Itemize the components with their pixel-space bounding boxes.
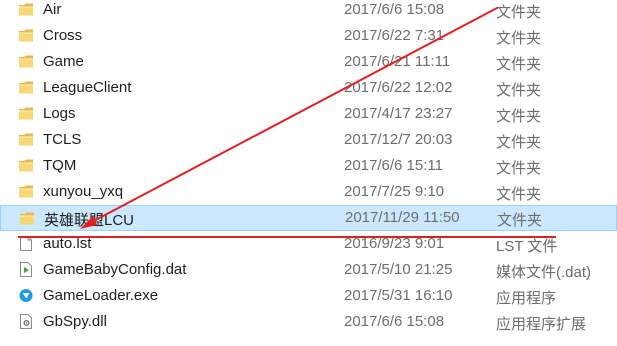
media-file-icon xyxy=(18,262,34,277)
file-row[interactable]: Cross 2017/6/22 7:31 文件夹 xyxy=(0,23,617,49)
file-date-modified: 2017/6/21 11:11 xyxy=(344,53,451,70)
file-date-modified: 2017/6/6 15:08 xyxy=(344,1,445,18)
file-row[interactable]: Air 2017/6/6 15:08 文件夹 xyxy=(0,0,617,23)
file-type: 文件夹 xyxy=(496,82,542,99)
file-name: auto.lst xyxy=(43,235,92,252)
file-name: TCLS xyxy=(43,131,82,148)
file-date-modified: 2017/7/25 9:10 xyxy=(344,183,445,200)
folder-icon xyxy=(18,132,34,147)
file-date-modified: 2017/6/6 15:11 xyxy=(344,157,443,174)
folder-icon xyxy=(18,184,34,199)
file-type: 文件夹 xyxy=(496,30,542,47)
file-row[interactable]: Game 2017/6/21 11:11 文件夹 xyxy=(0,49,617,75)
document-icon xyxy=(18,236,34,251)
file-name: GameLoader.exe xyxy=(43,287,159,304)
file-row[interactable]: Logs 2017/4/17 23:27 文件夹 xyxy=(0,101,617,127)
file-date-modified: 2017/6/22 12:02 xyxy=(344,79,453,96)
file-name: Air xyxy=(43,1,62,18)
folder-icon xyxy=(18,54,34,69)
file-name: Cross xyxy=(43,27,83,44)
file-type: 文件夹 xyxy=(496,4,542,21)
file-date-modified: 2017/12/7 20:03 xyxy=(344,131,453,148)
file-row[interactable]: TCLS 2017/12/7 20:03 文件夹 xyxy=(0,127,617,153)
file-date-modified: 2017/4/17 23:27 xyxy=(344,105,453,122)
file-row[interactable]: auto.lst 2016/9/23 9:01 LST 文件 xyxy=(0,231,617,257)
file-date-modified: 2017/6/22 7:31 xyxy=(344,27,445,44)
file-row[interactable]: TQM 2017/6/6 15:11 文件夹 xyxy=(0,153,617,179)
file-row[interactable]: xunyou_yxq 2017/7/25 9:10 文件夹 xyxy=(0,179,617,205)
game-loader-app-icon xyxy=(18,288,34,303)
file-name: Logs xyxy=(43,105,76,122)
file-type: LST 文件 xyxy=(496,238,558,255)
file-name: xunyou_yxq xyxy=(43,183,124,200)
file-row[interactable]: 英雄联盟LCU 2017/11/29 11:50 文件夹 xyxy=(0,205,617,231)
file-type: 文件夹 xyxy=(496,134,542,151)
folder-icon xyxy=(19,211,35,226)
folder-icon xyxy=(18,2,34,17)
file-name: LeagueClient xyxy=(43,79,132,96)
file-row[interactable]: GameBabyConfig.dat 2017/5/10 21:25 媒体文件(.d… xyxy=(0,257,617,283)
file-row[interactable]: GbSpy.dll 2017/6/6 15:08 应用程序扩展 xyxy=(0,309,617,335)
file-type: 媒体文件(.dat) xyxy=(496,264,592,281)
file-name: Game xyxy=(43,53,84,70)
file-type: 应用程序扩展 xyxy=(496,316,587,333)
file-name: 英雄联盟LCU xyxy=(44,212,135,229)
file-type: 文件夹 xyxy=(496,56,542,73)
file-type: 文件夹 xyxy=(496,160,542,177)
dll-file-icon xyxy=(18,314,34,329)
file-name: GameBabyConfig.dat xyxy=(43,261,187,278)
folder-icon xyxy=(18,28,34,43)
file-row[interactable]: GameLoader.exe 2017/5/31 16:10 应用程序 xyxy=(0,283,617,309)
file-type: 文件夹 xyxy=(496,186,542,203)
file-date-modified: 2016/9/23 9:01 xyxy=(344,235,445,252)
folder-icon xyxy=(18,158,34,173)
file-type: 文件夹 xyxy=(497,212,543,229)
file-list: Air 2017/6/6 15:08 文件夹 Cross 2017/6/22 7:31 文… xyxy=(0,0,617,335)
file-name: TQM xyxy=(43,157,77,174)
file-type: 应用程序 xyxy=(496,290,557,307)
file-date-modified: 2017/5/31 16:10 xyxy=(344,287,453,304)
file-date-modified: 2017/6/6 15:08 xyxy=(344,313,445,330)
file-date-modified: 2017/5/10 21:25 xyxy=(344,261,453,278)
file-type: 文件夹 xyxy=(496,108,542,125)
file-name: GbSpy.dll xyxy=(43,313,107,330)
folder-icon xyxy=(18,80,34,95)
file-date-modified: 2017/11/29 11:50 xyxy=(345,209,460,226)
folder-icon xyxy=(18,106,34,121)
file-row[interactable]: LeagueClient 2017/6/22 12:02 文件夹 xyxy=(0,75,617,101)
